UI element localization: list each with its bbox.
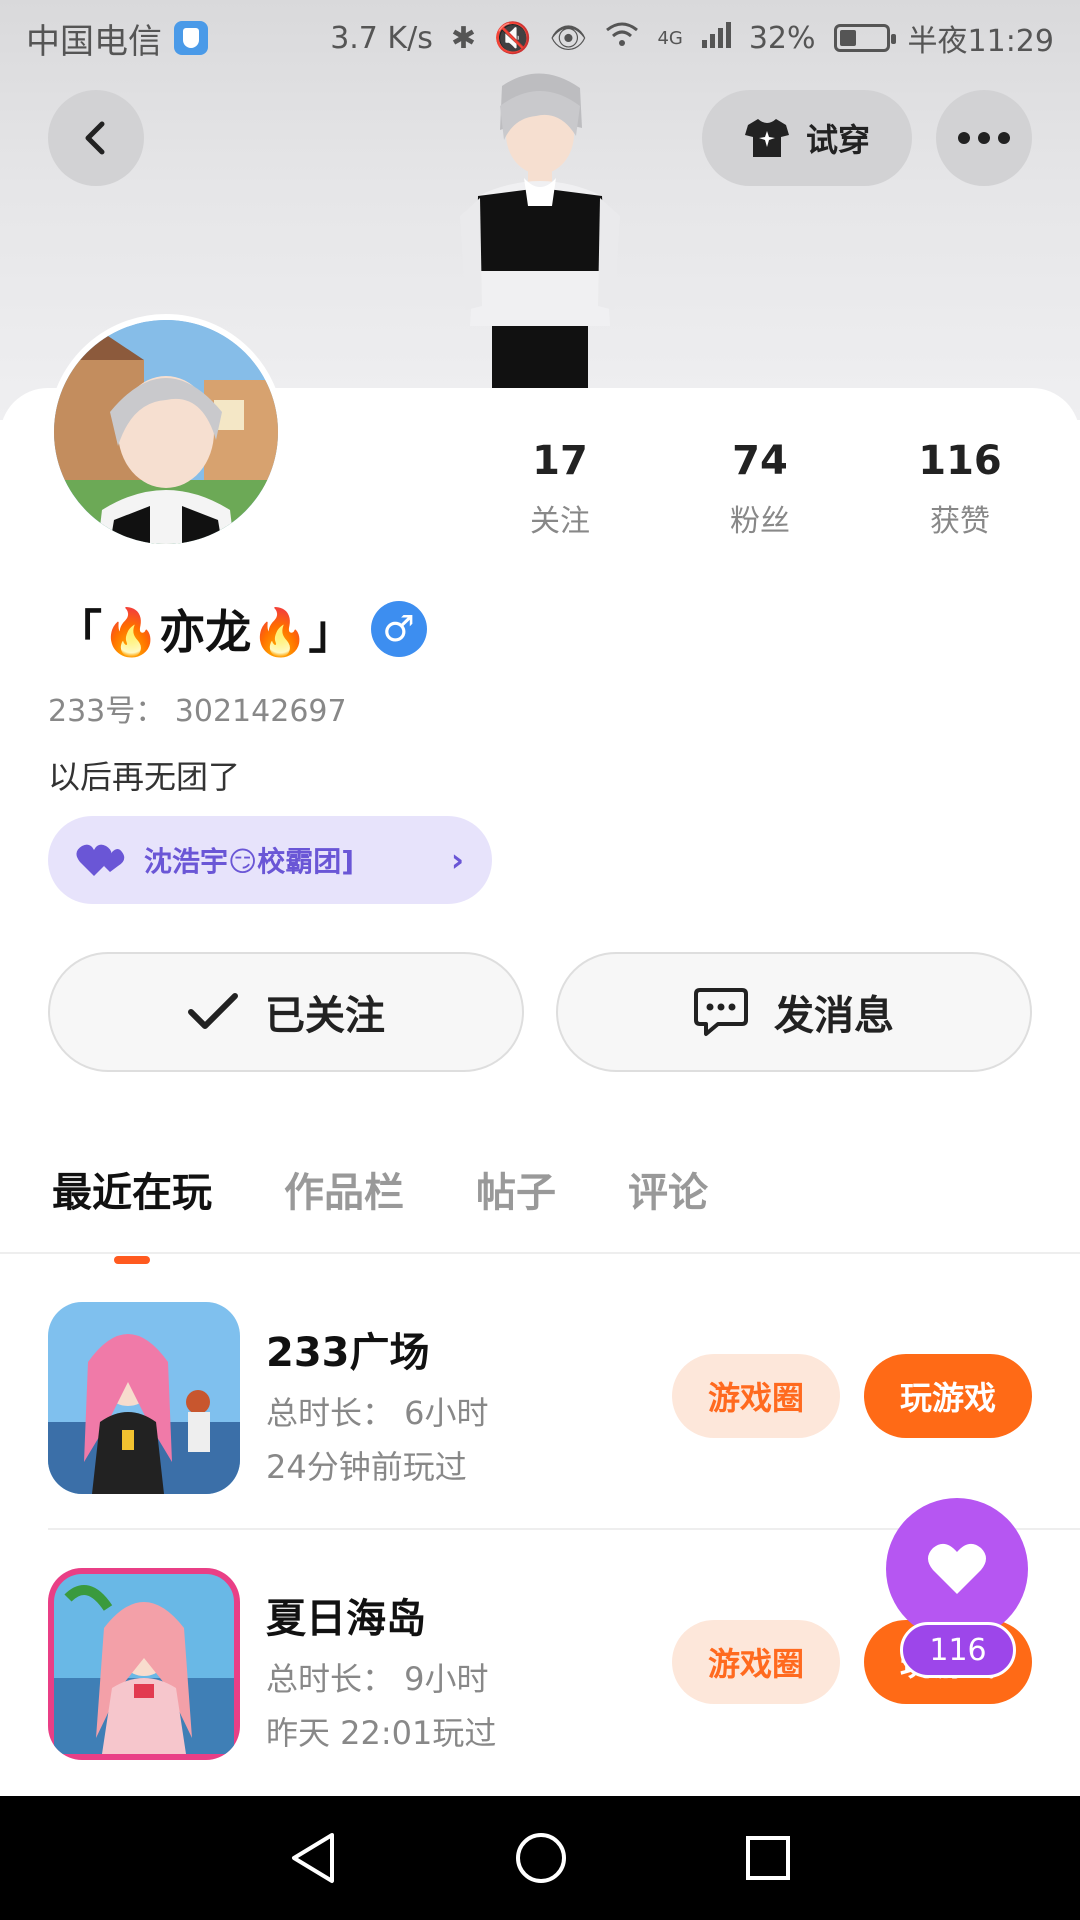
status-left: 中国电信 [26, 14, 208, 63]
back-triangle-icon[interactable] [288, 1831, 338, 1885]
nickname: 「🔥亦龙🔥」 [56, 605, 355, 659]
wifi-icon [605, 20, 639, 56]
network-speed: 3.7 K/s [330, 20, 433, 56]
stat-following[interactable]: 17 关注 [480, 438, 640, 540]
shirt-icon [744, 119, 789, 157]
network-type: 4G [657, 27, 683, 49]
message-label: 发消息 [774, 993, 894, 1039]
status-bar: 中国电信 3.7 K/s ✱ 🔇 👁 4G 32% 半夜11:29 [0, 0, 1080, 76]
game-circle-button[interactable]: 游戏圈 [672, 1620, 840, 1704]
game-circle-button[interactable]: 游戏圈 [672, 1354, 840, 1438]
play-game-button[interactable]: 玩游戏 [864, 1354, 1032, 1438]
tab-recently-played[interactable]: 最近在玩 [52, 1160, 212, 1218]
carrier-label: 中国电信 [26, 21, 162, 62]
game-icon [48, 1568, 240, 1760]
stat-fans[interactable]: 74 粉丝 [680, 438, 840, 540]
game-playtime: 总时长： 6小时 [266, 1394, 489, 1432]
more-dots-icon [958, 132, 1010, 144]
stat-label: 关注 [530, 504, 590, 539]
stat-label: 粉丝 [730, 504, 790, 539]
send-message-button[interactable]: 发消息 [556, 952, 1032, 1072]
character-3d-figure [460, 73, 620, 396]
game-last-played: 24分钟前玩过 [266, 1448, 467, 1486]
stat-value: 74 [732, 438, 788, 484]
system-nav-bar [0, 1796, 1080, 1920]
signal-icon [701, 20, 731, 56]
chevron-right-icon: › [450, 841, 464, 879]
nickname-row: 「🔥亦龙🔥」 ♂ [56, 596, 427, 662]
profile-tabs: 最近在玩 作品栏 帖子 评论 [52, 1160, 708, 1218]
tab-comments[interactable]: 评论 [628, 1160, 708, 1218]
game-list-item[interactable]: 233广场 总时长： 6小时 24分钟前玩过 游戏圈 玩游戏 [0, 1302, 1080, 1502]
like-button[interactable] [886, 1498, 1028, 1640]
eye-icon: 👁 [549, 20, 588, 56]
stat-label: 获赞 [930, 504, 990, 539]
check-icon [188, 993, 238, 1029]
game-playtime: 总时长： 9小时 [266, 1660, 489, 1698]
more-button[interactable] [936, 90, 1032, 186]
mute-icon: 🔇 [493, 20, 532, 56]
chevron-left-icon [85, 121, 105, 155]
game-last-played: 昨天 22:01玩过 [266, 1714, 497, 1752]
club-label: 沈浩宇😏校霸团] [144, 845, 354, 878]
try-on-label: 试穿 [805, 121, 870, 159]
heart-icon [928, 1543, 986, 1594]
back-button[interactable] [48, 90, 144, 186]
clock: 半夜11:29 [907, 24, 1054, 59]
club-tag-button[interactable]: 沈浩宇😏校霸团] › [48, 816, 492, 904]
follow-label: 已关注 [265, 993, 385, 1039]
tab-posts[interactable]: 帖子 [476, 1160, 556, 1218]
avatar[interactable] [48, 314, 284, 550]
followed-button[interactable]: 已关注 [48, 952, 524, 1072]
like-count-badge: 116 [900, 1622, 1016, 1678]
avatar-image [54, 320, 278, 544]
stat-value: 17 [532, 438, 588, 484]
user-id[interactable]: 233号： 302142697 [48, 686, 347, 730]
bluetooth-icon: ✱ [450, 20, 476, 56]
male-gender-icon: ♂ [370, 601, 427, 657]
stat-likes[interactable]: 116 获赞 [880, 438, 1040, 540]
security-shield-icon [174, 21, 208, 55]
stat-value: 116 [918, 438, 1002, 484]
status-right: 3.7 K/s ✱ 🔇 👁 4G 32% 半夜11:29 [330, 16, 1054, 60]
double-heart-icon [76, 844, 125, 876]
game-icon [48, 1302, 240, 1494]
game-name: 夏日海岛 [266, 1596, 426, 1642]
battery-icon [833, 24, 896, 52]
recents-square-icon[interactable] [744, 1834, 792, 1882]
game-name: 233广场 [266, 1330, 430, 1376]
battery-percent: 32% [748, 20, 816, 56]
home-circle-icon[interactable] [514, 1831, 568, 1885]
try-on-button[interactable]: 试穿 [702, 90, 912, 186]
stats-row: 17 关注 74 粉丝 116 获赞 [480, 438, 1040, 540]
chat-bubble-icon [694, 988, 748, 1036]
tabs-divider [0, 1252, 1080, 1254]
tab-works[interactable]: 作品栏 [284, 1160, 404, 1218]
bio: 以后再无团了 [48, 758, 241, 796]
